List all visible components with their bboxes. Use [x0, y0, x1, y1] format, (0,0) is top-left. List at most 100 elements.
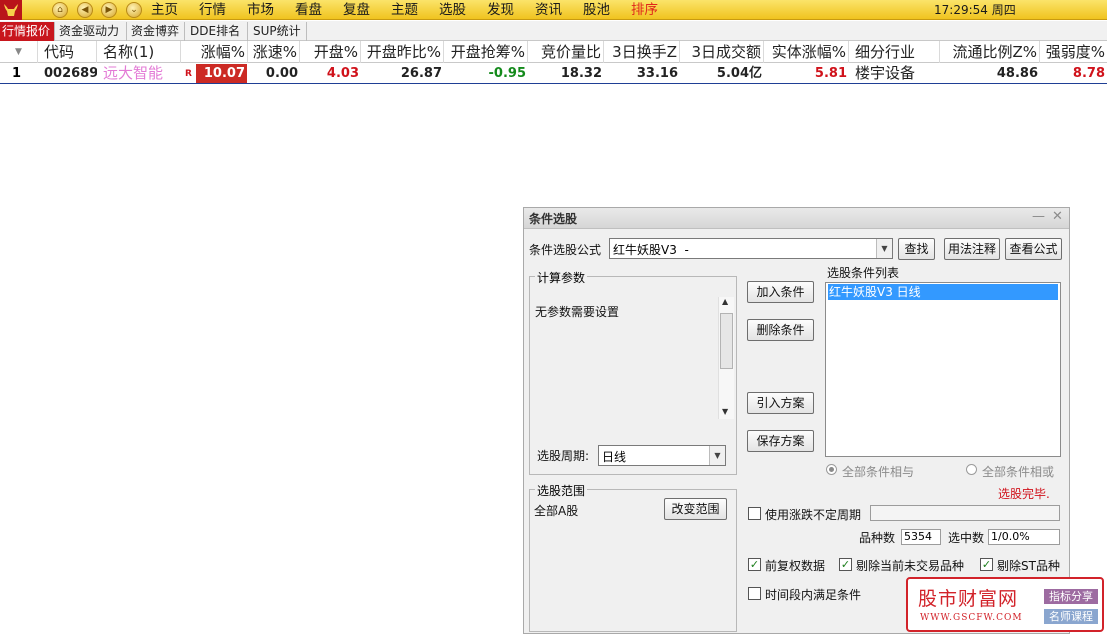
menu-stock-picking[interactable]: 选股	[439, 1, 466, 19]
radio-or-label: 全部条件相或	[982, 465, 1055, 479]
watermark-tag-share: 指标分享	[1044, 589, 1098, 604]
row-index: 1	[12, 66, 22, 81]
row-amount3: 5.04亿	[716, 66, 762, 81]
fuquan-label: 前复权数据	[765, 559, 826, 573]
condition-picker-dialog: 条件选股 — ✕ 条件选股公式 红牛妖股V3 - ▼ 查找 用法注释 查看公式 …	[523, 207, 1070, 634]
table-header: ▼ 代码 名称(1) 涨幅% 涨速% 开盘% 开盘昨比% 开盘抢筹% 竞价量比 …	[0, 41, 1107, 63]
menu-home[interactable]: 主页	[151, 1, 178, 19]
header-auction-ratio[interactable]: 竞价量比	[528, 41, 604, 63]
view-formula-button[interactable]: 查看公式	[1005, 238, 1062, 260]
menu-market[interactable]: 市场	[247, 1, 274, 19]
chevron-down-icon[interactable]: ▼	[876, 239, 892, 258]
import-plan-button[interactable]: 引入方案	[747, 392, 814, 414]
dialog-titlebar[interactable]: 条件选股 — ✕	[524, 208, 1069, 229]
add-condition-button[interactable]: 加入条件	[747, 281, 814, 303]
radio-and[interactable]	[826, 464, 837, 475]
save-plan-button[interactable]: 保存方案	[747, 430, 814, 452]
time-range-label: 时间段内满足条件	[765, 588, 862, 602]
radio-or[interactable]	[966, 464, 977, 475]
status-text: 选股完毕.	[998, 487, 1050, 501]
sort-toggle-icon[interactable]: ▼	[0, 41, 38, 63]
condition-list[interactable]: 红牛妖股V3 日线	[825, 282, 1061, 457]
condition-list-label: 选股条件列表	[827, 266, 900, 280]
delete-condition-button[interactable]: 删除条件	[747, 319, 814, 341]
uncertain-period-label: 使用涨跌不定周期	[765, 508, 862, 522]
menu-watch[interactable]: 看盘	[295, 1, 322, 19]
menu-review[interactable]: 复盘	[343, 1, 370, 19]
find-button[interactable]: 查找	[898, 238, 935, 260]
clock: 17:29:54 周四	[934, 3, 1016, 17]
formula-label: 条件选股公式	[529, 243, 602, 257]
header-industry[interactable]: 细分行业	[849, 41, 940, 63]
scroll-down-icon[interactable]: ▼	[722, 407, 728, 416]
change-scope-button[interactable]: 改变范围	[664, 498, 727, 520]
exclude-st-label: 剔除ST品种	[997, 559, 1060, 573]
header-strength[interactable]: 强弱度%	[1040, 41, 1107, 63]
fuquan-checkbox[interactable]: ✓	[748, 558, 761, 571]
count-label: 品种数	[859, 531, 896, 545]
header-float-ratio[interactable]: 流通比例Z%	[940, 41, 1040, 63]
minimize-icon[interactable]: —	[1032, 209, 1045, 224]
scrollbar-thumb[interactable]	[720, 313, 733, 369]
bull-logo-icon	[4, 4, 18, 16]
uncertain-period-checkbox[interactable]	[748, 507, 761, 520]
row-name[interactable]: 远大智能	[97, 63, 181, 84]
tab-fund-drive[interactable]: 资金驱动力	[57, 22, 127, 41]
menu-discover[interactable]: 发现	[487, 1, 514, 19]
menu-stock-pool[interactable]: 股池	[583, 1, 610, 19]
forward-icon[interactable]: ▶	[101, 2, 117, 18]
exclude-untraded-checkbox[interactable]: ✓	[839, 558, 852, 571]
row-open-vs-prev: 26.87	[400, 66, 442, 81]
menu-quotes[interactable]: 行情	[199, 1, 226, 19]
tab-sup-stats[interactable]: SUP统计	[251, 22, 307, 41]
row-change-pct: 10.07	[196, 64, 247, 83]
header-name[interactable]: 名称(1)	[97, 41, 181, 63]
app-logo	[0, 0, 22, 20]
formula-select[interactable]: 红牛妖股V3 - ▼	[609, 238, 893, 259]
selected-label: 选中数	[948, 531, 985, 545]
scope-group: 选股范围 全部A股 改变范围	[529, 482, 737, 632]
count-field: 5354	[901, 529, 941, 545]
header-amount3[interactable]: 3日成交额	[680, 41, 764, 63]
period-field[interactable]	[870, 505, 1060, 521]
home-icon[interactable]: ⌂	[52, 2, 68, 18]
params-scrollbar[interactable]: ▲ ▼	[718, 297, 734, 419]
list-item[interactable]: 红牛妖股V3 日线	[828, 284, 1058, 300]
header-open-grab[interactable]: 开盘抢筹%	[444, 41, 528, 63]
header-body-pct[interactable]: 实体涨幅%	[764, 41, 849, 63]
scroll-up-icon[interactable]: ▲	[722, 297, 728, 306]
dialog-title: 条件选股	[529, 212, 578, 226]
scope-group-title: 选股范围	[535, 482, 588, 499]
usage-button[interactable]: 用法注释	[944, 238, 1000, 260]
row-open-grab: -0.95	[488, 66, 526, 81]
main-menu-bar: ⌂ ◀ ▶ ⌄ 主页 行情 市场 看盘 复盘 主题 选股 发现 资讯 股池 排序…	[0, 0, 1107, 20]
table-row[interactable]: 1 002689 远大智能 R 10.07 0.00 4.03 26.87 -0…	[0, 63, 1107, 84]
radio-and-label: 全部条件相与	[842, 465, 915, 479]
watermark-tag-course: 名师课程	[1044, 609, 1098, 624]
exclude-st-checkbox[interactable]: ✓	[980, 558, 993, 571]
menu-theme[interactable]: 主题	[391, 1, 418, 19]
tab-quote[interactable]: 行情报价	[0, 22, 55, 41]
header-open-vs-prev[interactable]: 开盘昨比%	[361, 41, 444, 63]
period-select[interactable]: 日线 ▼	[598, 445, 726, 466]
tab-dde-rank[interactable]: DDE排名	[188, 22, 248, 41]
menu-news[interactable]: 资讯	[535, 1, 562, 19]
watermark-url: WWW.GSCFW.COM	[920, 613, 1023, 623]
site-watermark: 股市财富网 WWW.GSCFW.COM 指标分享 名师课程	[906, 577, 1104, 632]
menu-sort[interactable]: 排序	[631, 1, 658, 19]
period-value: 日线	[602, 450, 627, 464]
row-body-pct: 5.81	[814, 66, 847, 81]
close-icon[interactable]: ✕	[1052, 209, 1063, 224]
time-range-checkbox[interactable]	[748, 587, 761, 600]
header-code[interactable]: 代码	[38, 41, 97, 63]
header-change-pct[interactable]: 涨幅%	[181, 41, 248, 63]
header-turnover3[interactable]: 3日换手Z	[604, 41, 680, 63]
row-turnover3: 33.16	[636, 66, 678, 81]
row-open-pct: 4.03	[326, 66, 359, 81]
header-open-pct[interactable]: 开盘%	[300, 41, 361, 63]
chevron-down-icon[interactable]: ▼	[709, 446, 725, 465]
dropdown-icon[interactable]: ⌄	[126, 2, 142, 18]
back-icon[interactable]: ◀	[77, 2, 93, 18]
tab-fund-game[interactable]: 资金博弈	[129, 22, 185, 41]
header-speed[interactable]: 涨速%	[248, 41, 300, 63]
